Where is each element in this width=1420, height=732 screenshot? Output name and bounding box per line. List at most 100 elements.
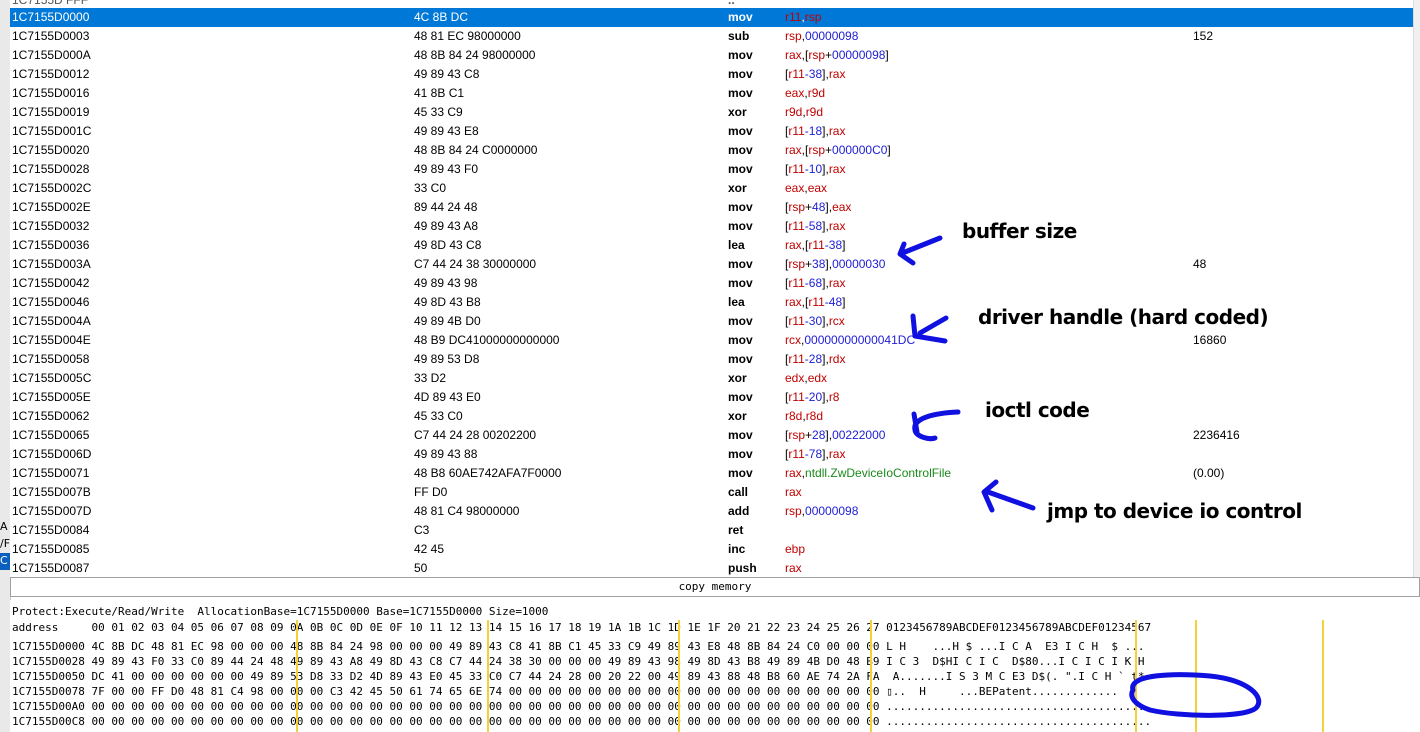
row-bytes: 45 33 C0 [414, 409, 463, 423]
row-comment: 48 [1193, 257, 1207, 271]
disasm-row[interactable]: 1C7155D005E 4D 89 43 E0 mov [r11-20],r8 [10, 388, 1414, 407]
disasm-row[interactable]: 1C7155D0042 49 89 43 98 mov [r11-68],rax [10, 274, 1414, 293]
hex-row[interactable]: 1C7155D0028 49 89 43 F0 33 C0 89 44 24 4… [12, 654, 1144, 670]
disasm-row[interactable]: 1C7155D0032 49 89 43 A8 mov [r11-58],rax [10, 217, 1414, 236]
disasm-row[interactable]: 1C7155D003A C7 44 24 38 30000000 mov [rsp+3… [10, 255, 1414, 274]
disasm-row[interactable]: 1C7155D0020 48 8B 84 24 C0000000 mov rax,[r… [10, 141, 1414, 160]
operand-token: ], [822, 219, 829, 233]
disasm-row[interactable]: 1C7155D0085 42 45 inc ebp [10, 540, 1414, 559]
column-guide [1195, 620, 1197, 732]
row-operands: [r11-28],rdx [785, 350, 845, 369]
left-fragment: C [0, 554, 8, 567]
operand-token: 00000000000041DC [804, 333, 916, 347]
disasm-row[interactable]: 1C7155D006D 49 89 43 88 mov [r11-78],rax [10, 445, 1414, 464]
disasm-row[interactable]: 1C7155D005C 33 D2 xor edx,edx [10, 369, 1414, 388]
disasm-row[interactable]: 1C7155D0000 4C 8B DC mov r11,rsp [10, 8, 1414, 27]
disasm-row[interactable]: 1C7155D0028 49 89 43 F0 mov [r11-10],rax [10, 160, 1414, 179]
operand-token: ebp [785, 542, 806, 556]
disasm-row[interactable]: 1C7155D002C 33 C0 xor eax,eax [10, 179, 1414, 198]
operand-token: r8 [828, 390, 840, 404]
operand-token: rax [828, 219, 846, 233]
operand-token: r11 [788, 352, 805, 366]
disasm-row[interactable]: 1C7155D0003 48 81 EC 98000000 sub rsp,00000… [10, 27, 1414, 46]
row-address: 1C7155D0084 [12, 523, 90, 537]
disasm-row[interactable]: 1C7155D001C 49 89 43 E8 mov [r11-18],rax [10, 122, 1414, 141]
operand-token: ], [822, 447, 829, 461]
operand-token: eax [785, 181, 805, 195]
row-operands: [rsp+48],eax [785, 198, 851, 217]
operand-token: rax [785, 485, 802, 499]
row-bytes: 33 D2 [414, 371, 447, 385]
row-mnemonic: ret [728, 523, 744, 537]
disasm-row[interactable]: 1C7155D0071 48 B8 60AE742AFA7F0000 mov rax,… [10, 464, 1414, 483]
operand-token: r11 [788, 124, 805, 138]
operand-token: rsp [808, 48, 826, 62]
operand-token: rcx [828, 314, 845, 328]
hex-row[interactable]: 1C7155D0000 4C 8B DC 48 81 EC 98 00 00 0… [12, 639, 1144, 655]
operand-token: rsp [785, 29, 802, 43]
hex-row[interactable]: 1C7155D0078 7F 00 00 FF D0 48 81 C4 98 0… [12, 684, 1118, 700]
row-address: 1C7155D0058 [12, 352, 90, 366]
row-bytes: 49 8D 43 C8 [414, 238, 482, 252]
hex-dump-view[interactable]: Protect:Execute/Read/Write AllocationBas… [10, 600, 1420, 732]
row-operands: eax,r9d [785, 84, 825, 103]
hex-row[interactable]: 1C7155D00A0 00 00 00 00 00 00 00 00 00 0… [12, 699, 1151, 715]
left-selected-item[interactable]: C [0, 553, 10, 570]
row-bytes: FF D0 [414, 485, 448, 499]
row-operands: ebp [785, 540, 805, 559]
disasm-row[interactable]: 1C7155D002E 89 44 24 48 mov [rsp+48],eax [10, 198, 1414, 217]
annotation-buffer-size: buffer size [962, 219, 1077, 243]
disasm-row[interactable]: 1C7155D0036 49 8D 43 C8 lea rax,[r11-38] [10, 236, 1414, 255]
operand-token: eax [807, 181, 828, 195]
row-address: 1C7155D002E [12, 200, 91, 214]
disasm-row[interactable]: 1C7155D0019 45 33 C9 xor r9d,r9d [10, 103, 1414, 122]
row-bytes: 33 C0 [414, 181, 447, 195]
row-address: 1C7155D002C [12, 181, 92, 195]
row-bytes: 45 33 C9 [414, 105, 463, 119]
row-address: 1C7155D000A [12, 48, 91, 62]
row-address: 1C7155D0003 [12, 29, 90, 43]
operand-token: rax [828, 67, 846, 81]
row-operands: [r11-10],rax [785, 160, 845, 179]
row-address: 1C7155D0042 [12, 276, 90, 290]
column-guide [678, 620, 680, 732]
operand-token: -58 [804, 219, 823, 233]
disasm-row[interactable]: 1C7155D004E 48 B9 DC41000000000000 mov rcx,… [10, 331, 1414, 350]
operand-token: rax [785, 238, 802, 252]
row-address: 1C7155D0020 [12, 143, 90, 157]
hex-row[interactable]: 1C7155D0050 DC 41 00 00 00 00 00 00 49 8… [12, 669, 1144, 685]
operand-token: -18 [804, 124, 823, 138]
operand-token: r9d [805, 105, 824, 119]
row-operands: rax,[rsp+000000C0] [785, 141, 891, 160]
vertical-scrollbar[interactable] [1413, 0, 1420, 577]
operand-token: 00000030 [832, 257, 886, 271]
column-guide [1322, 620, 1324, 732]
operand-token: + [805, 428, 813, 442]
disasm-row[interactable]: 1C7155D0062 45 33 C0 xor r8d,r8d [10, 407, 1414, 426]
operand-token: rsp [808, 143, 826, 157]
disasm-row[interactable]: 1C7155D000A 48 8B 84 24 98000000 mov rax,[r… [10, 46, 1414, 65]
row-operands: [rsp+38],00000030 [785, 255, 885, 274]
row-operands: r11,rsp [785, 8, 821, 27]
disasm-row[interactable]: 1C7155D0012 49 89 43 C8 mov [r11-38],rax [10, 65, 1414, 84]
disasm-row[interactable]: 1C7155D0087 50 push rax [10, 559, 1414, 577]
disasm-row[interactable]: 1C7155D0084 C3 ret [10, 521, 1414, 540]
operand-token: rsp [788, 257, 806, 271]
disasm-row[interactable]: 1C7155D0016 41 8B C1 mov eax,r9d [10, 84, 1414, 103]
hex-row[interactable]: 1C7155D00C8 00 00 00 00 00 00 00 00 00 0… [12, 714, 1151, 730]
row-address: 1C7155D005E [12, 390, 91, 404]
row-bytes: 48 81 C4 98000000 [414, 504, 520, 518]
operand-token: ] [842, 238, 846, 252]
disassembly-view[interactable]: 1C7155D FFF .. 1C7155D0000 4C 8B DC mov r11… [10, 0, 1420, 577]
row-bytes: 89 44 24 48 [414, 200, 478, 214]
operand-token: rsp [804, 10, 822, 24]
operand-token: rsp [785, 504, 802, 518]
row-operands: r8d,r8d [785, 407, 823, 426]
row-mnemonic: mov [728, 447, 753, 461]
memory-info: Protect:Execute/Read/Write AllocationBas… [12, 605, 549, 618]
disasm-row[interactable]: 1C7155D0058 49 89 53 D8 mov [r11-28],rdx [10, 350, 1414, 369]
disasm-row[interactable]: 1C7155D0065 C7 44 24 28 00202200 mov [rsp+2… [10, 426, 1414, 445]
operand-token: rax [785, 48, 802, 62]
row-address: 1C7155D007B [12, 485, 91, 499]
operand-token: r11 [788, 162, 805, 176]
